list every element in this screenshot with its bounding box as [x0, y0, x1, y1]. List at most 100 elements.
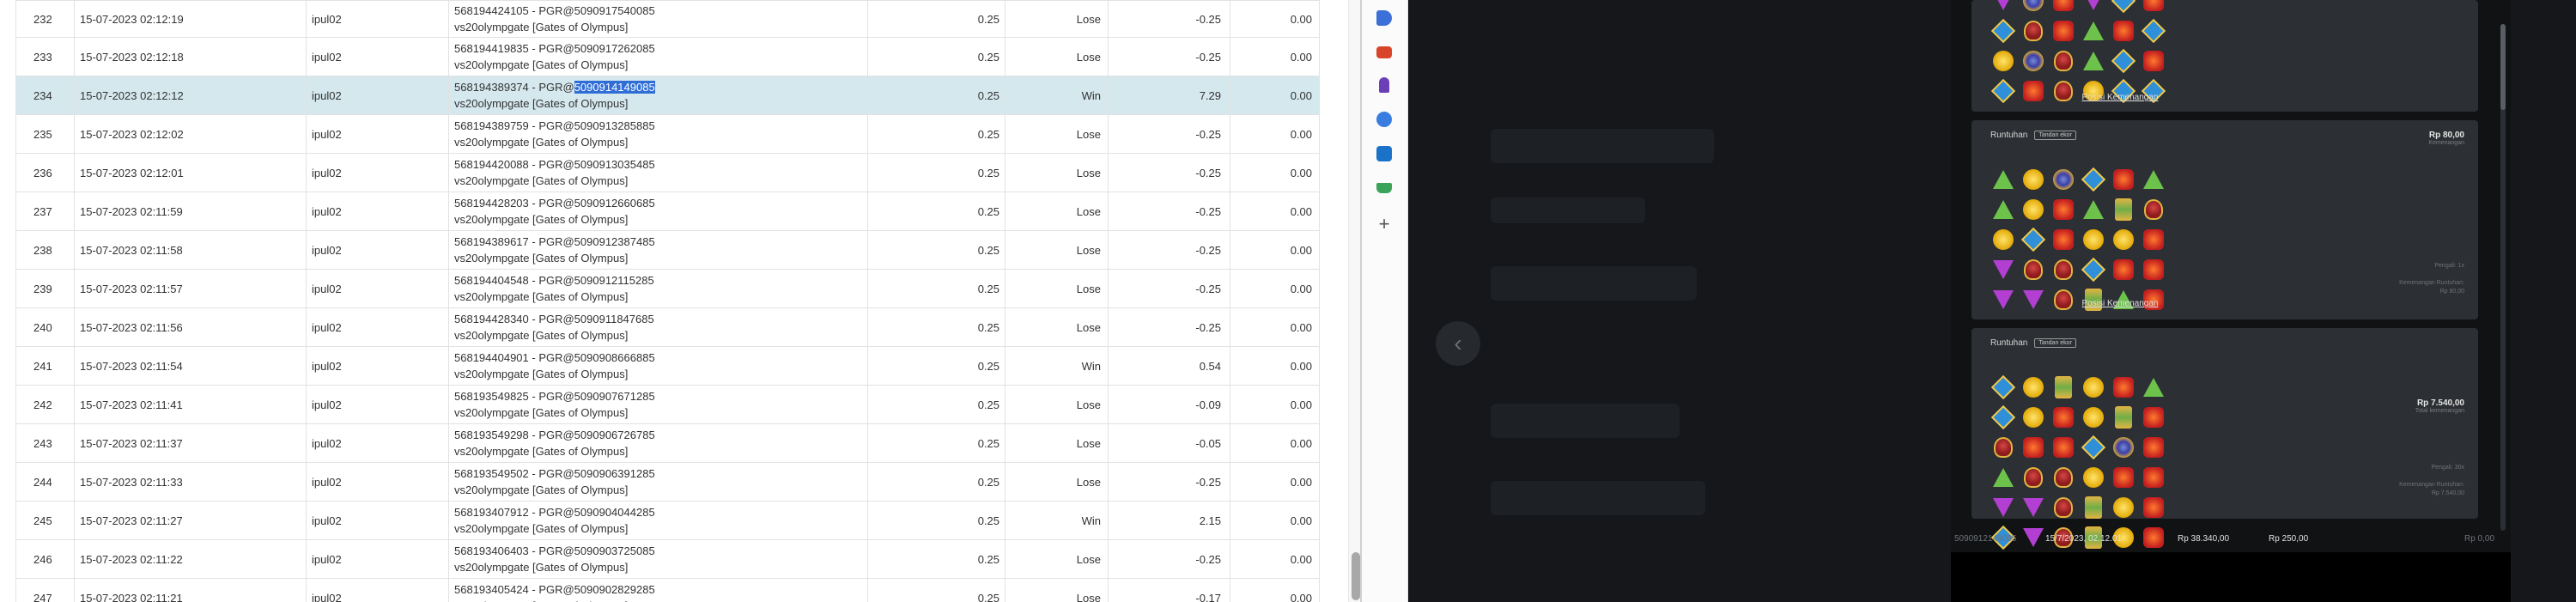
row-reference: 568193406403 - PGR@5090903725085 vs20olym… [448, 539, 868, 579]
table-row[interactable]: 235 15-07-2023 02:12:02 ipul02 568194389759… [15, 114, 1320, 154]
backdrop-content [1491, 481, 1705, 515]
table-row[interactable]: 234 15-07-2023 02:12:12 ipul02 568194389374… [15, 76, 1320, 115]
transaction-id: 568194404548 - PGR@5090912115285 [454, 272, 862, 289]
multiplier-text: Pengali: 30x [2431, 465, 2464, 471]
game-name: vs20olympgate [Gates of Olympus] [454, 21, 629, 33]
row-datetime: 15-07-2023 02:12:12 [74, 76, 307, 115]
row-datetime: 15-07-2023 02:11:59 [74, 192, 307, 231]
table-row[interactable]: 236 15-07-2023 02:12:01 ipul02 568194420088… [15, 153, 1320, 192]
transaction-id: 568193549298 - PGR@5090906726785 [454, 427, 862, 443]
row-username: ipul02 [306, 230, 449, 270]
table-row[interactable]: 233 15-07-2023 02:12:18 ipul02 568194419835… [15, 37, 1320, 76]
reel-symbol-icon [2050, 495, 2076, 520]
transaction-id-text: 568194428203 - PGR@5090912660685 [454, 197, 655, 210]
plus-icon[interactable]: + [1375, 213, 1394, 234]
transaction-id: 568194389617 - PGR@5090912387485 [454, 234, 862, 250]
row-result: Lose [1005, 269, 1109, 308]
reel-symbol-icon [2020, 197, 2046, 222]
cart-icon[interactable] [1375, 179, 1394, 198]
row-reference: 568193407912 - PGR@5090904044285 vs20olym… [448, 501, 868, 540]
row-result: Lose [1005, 578, 1109, 602]
row-username: ipul02 [306, 76, 449, 115]
win-position-link[interactable]: Posisi Kemenangan [1971, 93, 2269, 102]
game-name: vs20olympgate [Gates of Olympus] [454, 213, 629, 226]
win-position-link[interactable]: Posisi Kemenangan [1971, 299, 2269, 308]
row-amount: 2.15 [1108, 501, 1230, 540]
round-balance: Rp 38.340,00 [2178, 534, 2230, 544]
table-row[interactable]: 247 15-07-2023 02:11:21 ipul02 568193405424… [15, 578, 1320, 602]
multiplier-text: Pengali: 1x [2434, 263, 2464, 269]
game-name: vs20olympgate [Gates of Olympus] [454, 290, 629, 303]
reel-symbol-icon [2081, 167, 2106, 192]
round-summary-row[interactable]: 5090912149085 15/7/2023, 02.12.01 Rp 38.… [1951, 529, 2511, 550]
backdrop-right[interactable] [2511, 0, 2576, 602]
reel-symbol-icon [2111, 227, 2136, 252]
row-number: 238 [15, 230, 75, 270]
reel-symbol-icon [2020, 465, 2046, 490]
reel-symbol-icon [2141, 495, 2166, 520]
outlook-icon[interactable] [1375, 144, 1394, 163]
reel-symbol-icon [2141, 227, 2166, 252]
row-username: ipul02 [306, 346, 449, 386]
round-id: 5090912149085 [1954, 534, 2017, 544]
row-username: ipul02 [306, 114, 449, 154]
table-row[interactable]: 238 15-07-2023 02:11:58 ipul02 568194389617… [15, 230, 1320, 270]
table-row[interactable]: 244 15-07-2023 02:11:33 ipul02 568193549502… [15, 462, 1320, 502]
transaction-id: 568194419835 - PGR@5090917262085 [454, 40, 862, 57]
hexagon-icon[interactable] [1375, 110, 1394, 129]
reel-symbol-icon [1990, 465, 2016, 490]
previous-arrow-button[interactable]: ‹ [1436, 321, 1480, 366]
table-row[interactable]: 239 15-07-2023 02:11:57 ipul02 568194404548… [15, 269, 1320, 308]
modal-backdrop[interactable] [1408, 0, 1951, 602]
row-reference: 568194404548 - PGR@5090912115285 vs20olym… [448, 269, 868, 308]
table-row[interactable]: 242 15-07-2023 02:11:41 ipul02 568193549825… [15, 385, 1320, 424]
transaction-id: 568193549825 - PGR@5090907671285 [454, 388, 862, 404]
row-amount: -0.25 [1108, 269, 1230, 308]
reel-symbol-icon [1990, 435, 2016, 460]
reel-symbol-icon [1990, 197, 2016, 222]
reel-symbol-icon [2111, 374, 2136, 400]
row-amount: -0.09 [1108, 385, 1230, 424]
table-row[interactable]: 237 15-07-2023 02:11:59 ipul02 568194428203… [15, 192, 1320, 231]
row-username: ipul02 [306, 269, 449, 308]
table-row[interactable]: 241 15-07-2023 02:11:54 ipul02 568194404901… [15, 346, 1320, 386]
transaction-id-text: 568194419835 - PGR@5090917262085 [454, 42, 655, 55]
table-row[interactable]: 243 15-07-2023 02:11:37 ipul02 568193549298… [15, 423, 1320, 463]
transaction-id-text: 568193549825 - PGR@5090907671285 [454, 390, 655, 403]
row-reference: 568194389617 - PGR@5090912387485 vs20olym… [448, 230, 868, 270]
tag-icon[interactable] [1375, 9, 1394, 27]
panel-scrollbar-thumb[interactable] [2500, 24, 2506, 110]
reel-symbol-icon [2141, 465, 2166, 490]
table-row[interactable]: 240 15-07-2023 02:11:56 ipul02 568194428340… [15, 307, 1320, 347]
row-bet: 0.25 [867, 539, 1005, 579]
cascade-win-value: Rp 80,00 [2439, 289, 2464, 295]
game-name: vs20olympgate [Gates of Olympus] [454, 483, 629, 496]
reel-symbol-icon [2050, 167, 2076, 192]
reel-symbol-icon [2111, 495, 2136, 520]
row-balance: 0.00 [1230, 37, 1320, 76]
row-amount: -0.25 [1108, 0, 1230, 38]
reel-symbol-icon [2020, 48, 2046, 74]
table-row[interactable]: 232 15-07-2023 02:12:19 ipul02 568194424105… [15, 0, 1320, 38]
chess-icon[interactable] [1375, 76, 1394, 94]
row-datetime: 15-07-2023 02:11:33 [74, 462, 307, 502]
table-row[interactable]: 246 15-07-2023 02:11:22 ipul02 568193406403… [15, 539, 1320, 579]
card-win: Rp 80,00 Kemenangan [2428, 131, 2464, 146]
row-amount: -0.25 [1108, 114, 1230, 154]
game-history-panel: Posisi Kemenangan Runtuhan Tandan ekor R… [1951, 0, 2511, 602]
transaction-id-text: 568194420088 - PGR@5090913035485 [454, 158, 655, 171]
card-meta: Pengali: 1x Kemenangan Runtuhan: Rp 80,0… [2399, 262, 2464, 296]
row-result: Lose [1005, 307, 1109, 347]
reel-symbol-icon [2020, 495, 2046, 520]
toolbox-icon[interactable] [1375, 43, 1394, 62]
card-meta: Pengali: 30x Kemenangan Runtuhan: Rp 7.5… [2399, 464, 2464, 498]
row-bet: 0.25 [867, 192, 1005, 231]
game-name: vs20olympgate [Gates of Olympus] [454, 368, 629, 380]
row-username: ipul02 [306, 307, 449, 347]
table-row[interactable]: 245 15-07-2023 02:11:27 ipul02 568193407912… [15, 501, 1320, 540]
row-amount: -0.25 [1108, 462, 1230, 502]
reel-symbol-icon [1990, 495, 2016, 520]
scrollbar-thumb[interactable] [1352, 552, 1360, 600]
row-bet: 0.25 [867, 385, 1005, 424]
row-username: ipul02 [306, 501, 449, 540]
